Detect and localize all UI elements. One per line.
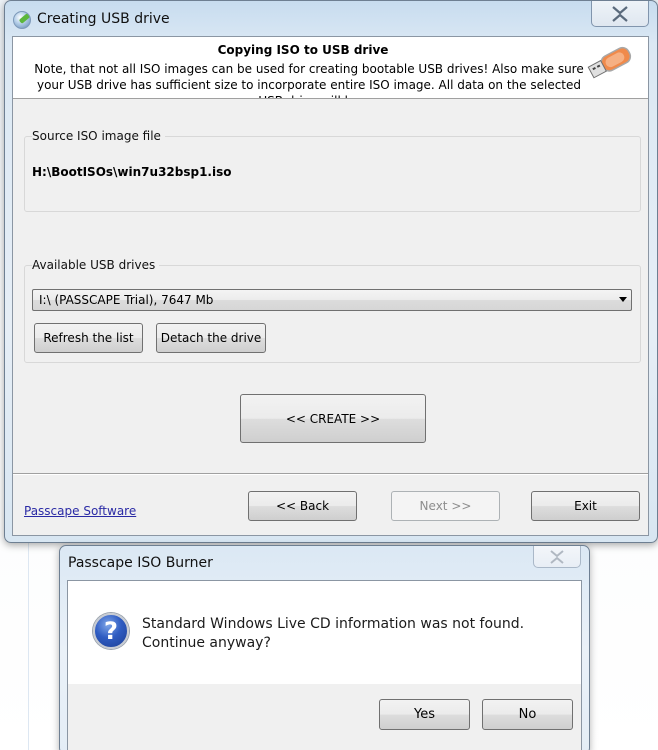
source-iso-path: H:\BootISOs\win7u32bsp1.iso xyxy=(32,165,232,179)
close-icon xyxy=(550,549,564,564)
passcape-software-link[interactable]: Passcape Software xyxy=(24,504,136,518)
exit-button[interactable]: Exit xyxy=(531,491,640,521)
window-client-area: Copying ISO to USB drive Note, that not … xyxy=(12,36,649,536)
no-button[interactable]: No xyxy=(482,699,573,730)
question-icon: ? xyxy=(93,613,129,649)
header-note: Note, that not all ISO images can be use… xyxy=(34,62,584,98)
background-window-edge xyxy=(28,540,29,750)
dialog-client-area: ? Standard Windows Live CD information w… xyxy=(67,580,582,750)
header-band: Copying ISO to USB drive Note, that not … xyxy=(13,37,648,99)
refresh-list-button[interactable]: Refresh the list xyxy=(34,323,143,353)
chevron-down-icon xyxy=(619,297,627,302)
dialog-message: Standard Windows Live CD information was… xyxy=(142,616,525,651)
detach-drive-button[interactable]: Detach the drive xyxy=(156,323,266,353)
back-button[interactable]: << Back xyxy=(248,491,357,521)
creating-usb-drive-window: Creating USB drive Copying ISO to USB dr… xyxy=(4,0,658,543)
passcape-iso-burner-dialog: Passcape ISO Burner ? Standard Windows L… xyxy=(59,545,590,750)
dialog-button-bar: Yes No xyxy=(68,684,581,750)
usb-drive-select[interactable]: I:\ (PASSCAPE Trial), 7647 Mb xyxy=(32,289,632,311)
app-globe-icon xyxy=(13,11,31,29)
close-button[interactable] xyxy=(591,1,649,27)
next-button[interactable]: Next >> xyxy=(391,491,500,521)
footer-divider xyxy=(13,473,648,475)
yes-button[interactable]: Yes xyxy=(379,699,470,730)
header-title: Copying ISO to USB drive xyxy=(217,43,389,57)
dialog-title: Passcape ISO Burner xyxy=(68,555,213,571)
usb-drives-label: Available USB drives xyxy=(32,258,160,272)
source-iso-label: Source ISO image file xyxy=(32,129,165,143)
create-button[interactable]: << CREATE >> xyxy=(240,394,426,443)
dialog-close-button[interactable] xyxy=(533,546,581,568)
usb-drive-icon xyxy=(587,46,632,79)
window-title: Creating USB drive xyxy=(37,11,170,27)
close-icon xyxy=(612,5,628,22)
title-bar[interactable]: Creating USB drive xyxy=(5,1,657,37)
usb-drive-selected-value: I:\ (PASSCAPE Trial), 7647 Mb xyxy=(39,293,214,307)
